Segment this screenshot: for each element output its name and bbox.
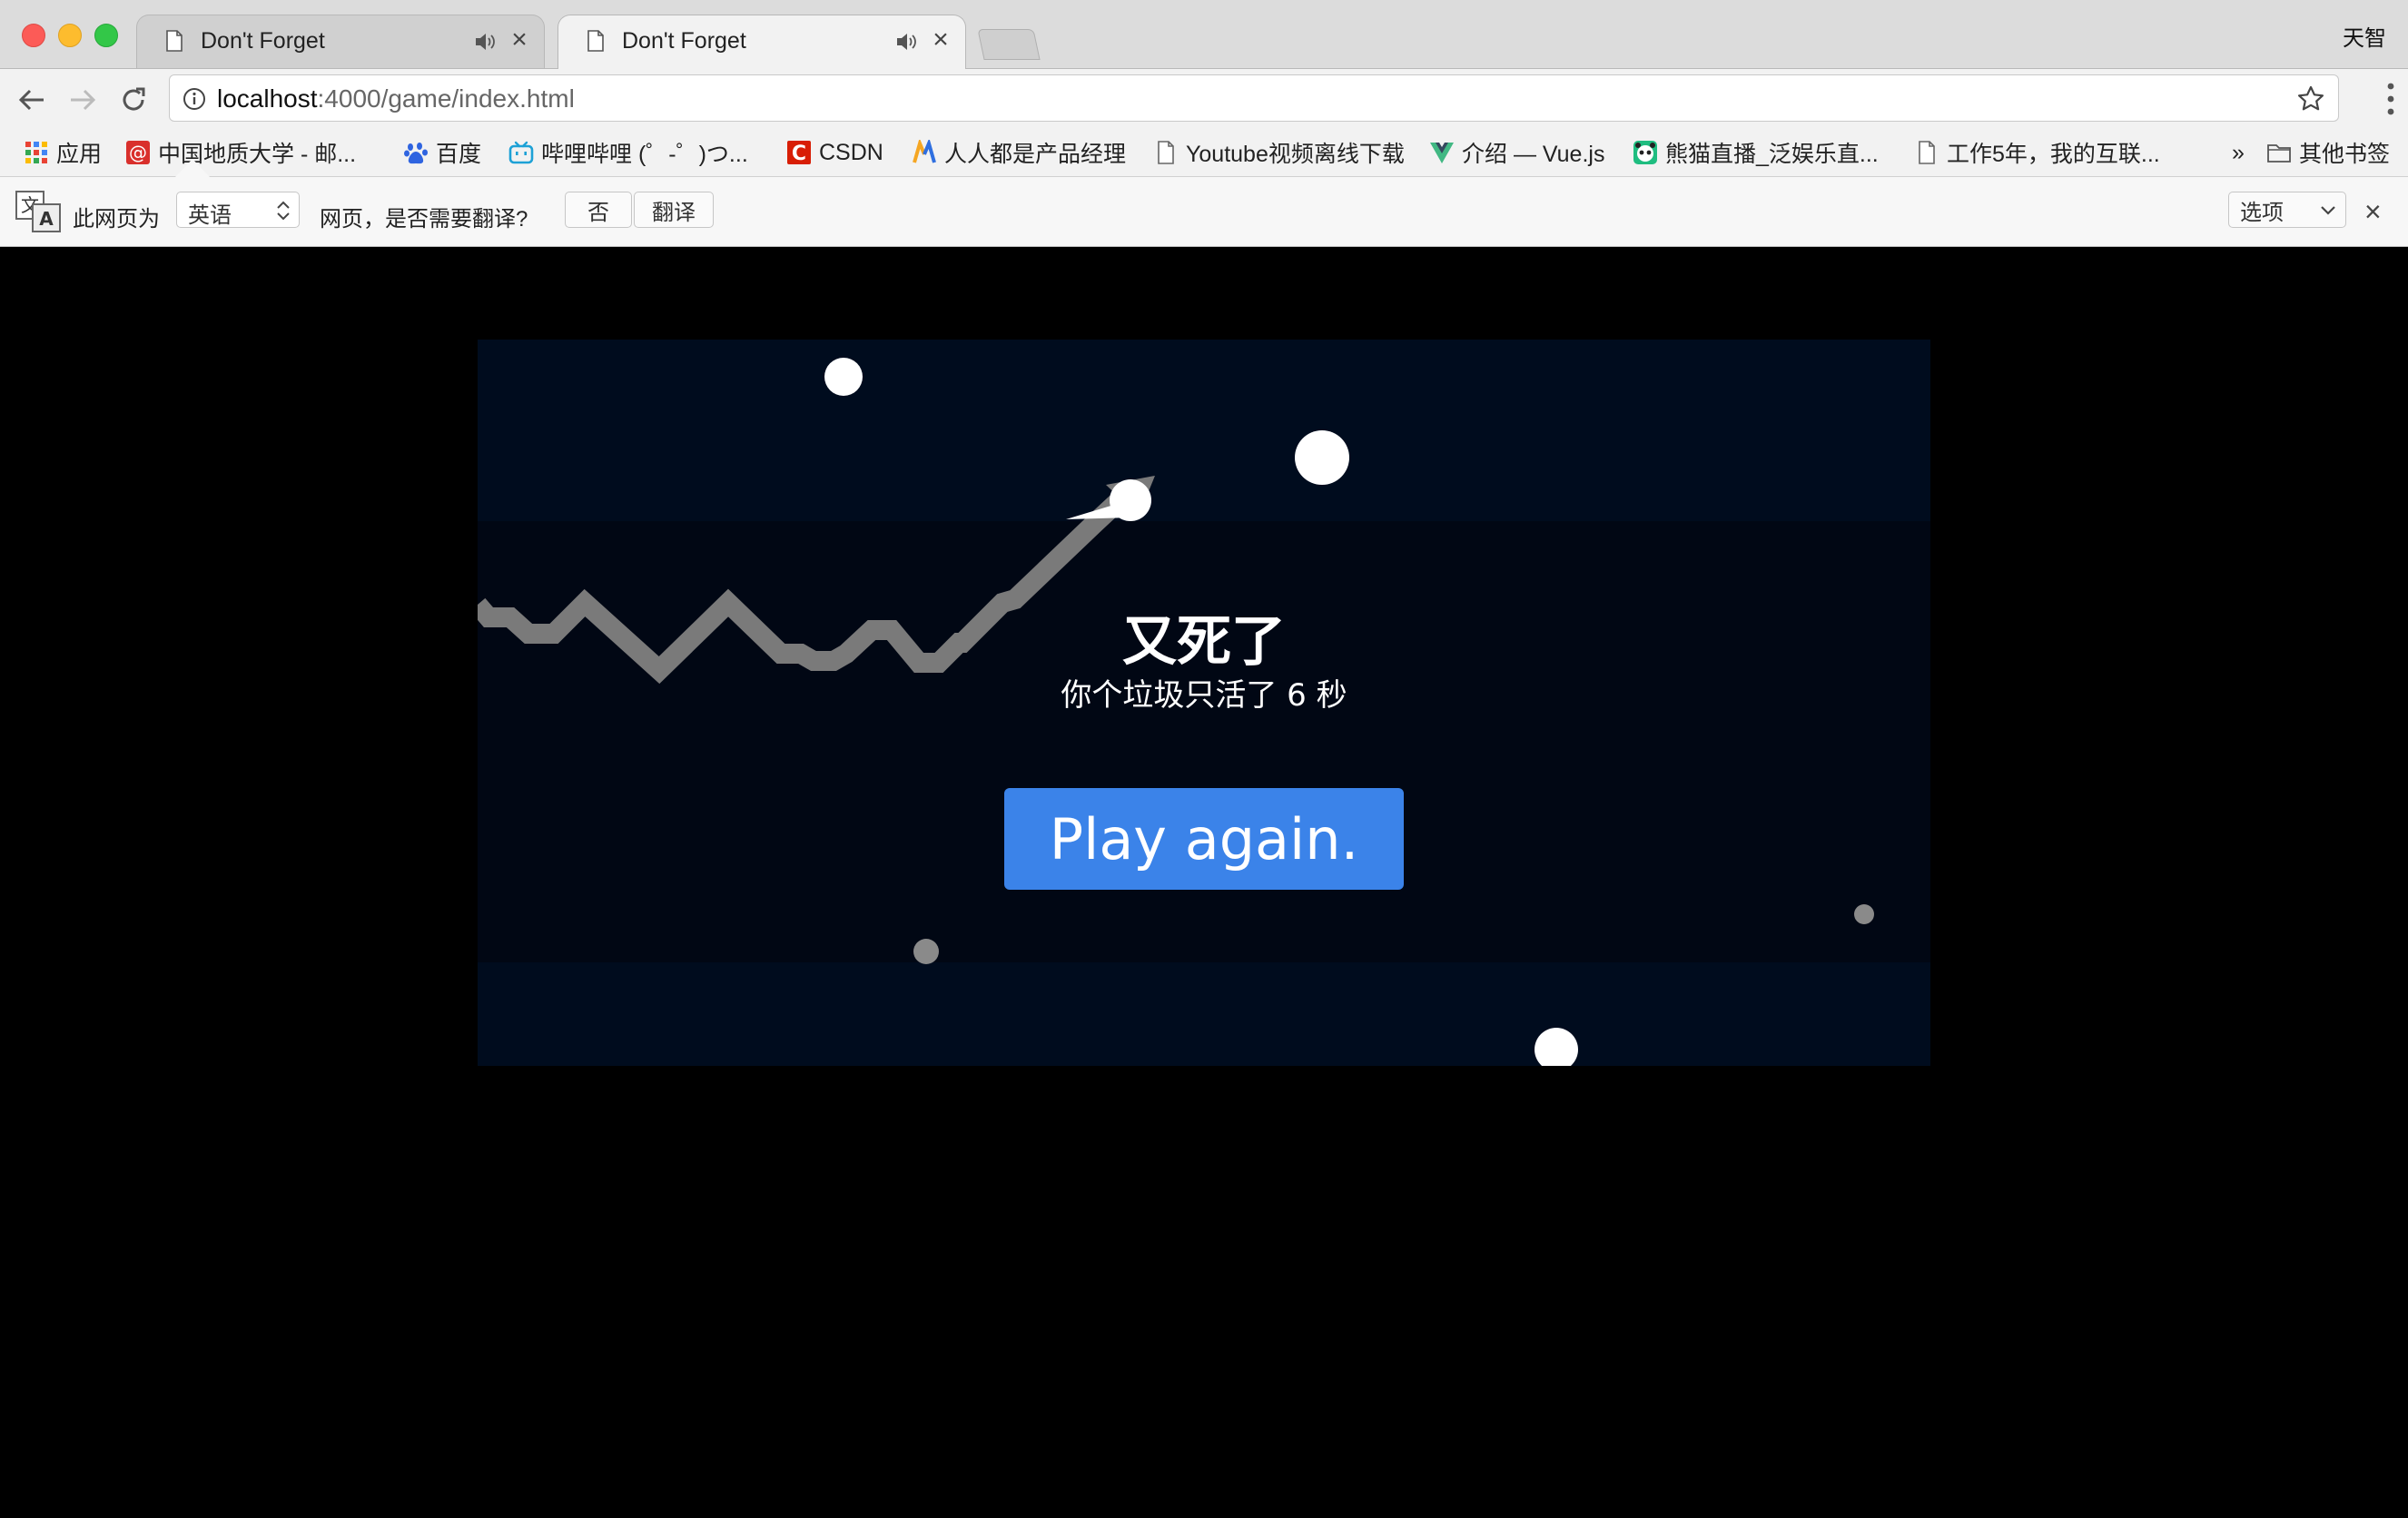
reload-icon[interactable] [118, 84, 149, 115]
vue-icon [1430, 143, 1454, 163]
page-icon [587, 30, 604, 52]
audio-playing-icon[interactable] [473, 30, 497, 54]
page-icon [1158, 141, 1174, 164]
new-tab-button[interactable] [977, 29, 1041, 60]
bookmark-star-icon[interactable] [2296, 84, 2325, 113]
bookmark-baidu[interactable]: 百度 [403, 136, 481, 169]
audio-playing-icon[interactable] [894, 30, 918, 54]
bookmark-vue[interactable]: 介绍 — Vue.js [1429, 136, 1604, 169]
bookmark-label: Youtube视频离线下载 [1186, 142, 1405, 167]
panda-icon [1633, 141, 1657, 164]
url-text[interactable]: localhost:4000/game/index.html [217, 84, 575, 113]
enemy-dot-gray [1854, 904, 1874, 924]
bookmark-panda-tv[interactable]: 熊猫直播_泛娱乐直... [1633, 136, 1879, 169]
player-dot [1110, 479, 1151, 521]
svg-text:@: @ [129, 142, 147, 163]
enemy-dot [824, 358, 863, 396]
game-canvas[interactable]: 又死了 你个垃圾只活了 6 秒 Play again. [478, 340, 1930, 1066]
site-info-icon[interactable] [183, 87, 206, 111]
bookmark-cug-mail[interactable]: @ 中国地质大学 - 邮... [125, 136, 356, 169]
url-path: :4000/game/index.html [317, 84, 575, 113]
select-updown-icon [277, 201, 290, 221]
translate-options-select[interactable]: 选项 [2228, 192, 2346, 228]
folder-icon [2267, 144, 2291, 163]
bookmark-label: 人人都是产品经理 [944, 142, 1127, 167]
bookmark-label: CSDN [819, 139, 883, 165]
translate-icon: 文 A [15, 191, 61, 232]
translate-prefix-text: 此网页为 [73, 207, 160, 232]
apps-grid-icon [25, 142, 47, 163]
no-translate-button[interactable]: 否 [565, 192, 632, 228]
bookmark-label: 其他书签 [2299, 142, 2391, 167]
bookmarks-overflow-button[interactable]: » [2232, 136, 2245, 169]
tab-title: Don't Forget [622, 28, 746, 54]
enemy-dot-gray [913, 939, 939, 964]
tab-title: Don't Forget [201, 28, 325, 54]
page-icon [166, 30, 183, 52]
bookmark-label: 应用 [56, 142, 103, 167]
browser-menu-icon[interactable] [2386, 82, 2395, 116]
profile-name[interactable]: 天智 [2343, 20, 2386, 52]
options-label: 选项 [2240, 200, 2284, 225]
bookmark-label: 哔哩哔哩 (゜-゜)つ... [541, 142, 748, 167]
page-icon [1919, 141, 1935, 164]
chevron-double-right-icon: » [2232, 139, 2245, 165]
forward-arrow-icon[interactable] [67, 84, 98, 115]
bookmarks-bar: 应用 @ 中国地质大学 - 邮... 百度 哔哩哔哩 (゜-゜)つ... C C… [0, 129, 2408, 177]
bilibili-icon [508, 141, 534, 164]
bookmark-other-folder[interactable]: 其他书签 [2266, 136, 2390, 169]
bookmark-csdn[interactable]: C CSDN [786, 136, 883, 169]
window-close-button[interactable] [22, 24, 45, 47]
browser-tab-1[interactable]: Don't Forget × [136, 15, 545, 68]
tab-close-icon[interactable]: × [506, 25, 533, 55]
bookmark-label: 介绍 — Vue.js [1462, 142, 1605, 167]
woshipm-icon [913, 140, 936, 163]
tab-close-icon[interactable]: × [927, 25, 954, 55]
window-maximize-button[interactable] [94, 24, 118, 47]
bookmark-label: 熊猫直播_泛娱乐直... [1665, 142, 1879, 167]
bookmark-bilibili[interactable]: 哔哩哔哩 (゜-゜)つ... [508, 136, 748, 169]
infobar-close-icon[interactable]: × [2364, 195, 2382, 229]
enemy-dot [1295, 430, 1349, 485]
csdn-icon: C [787, 141, 811, 165]
address-bar[interactable]: localhost:4000/game/index.html [169, 74, 2339, 122]
translate-infobar: 文 A 此网页为 英语 网页，是否需要翻译? 否 翻译 选项 × [0, 159, 2408, 247]
bookmark-label: 工作5年，我的互联... [1947, 142, 2160, 167]
source-language-select[interactable]: 英语 [176, 192, 300, 228]
tab-strip: Don't Forget × Don't Forget × 天智 [0, 0, 2408, 69]
play-again-button[interactable]: Play again. [1004, 788, 1404, 890]
browser-tab-2[interactable]: Don't Forget × [558, 15, 966, 69]
chevron-down-icon [2321, 206, 2335, 215]
bookmark-youtube-download[interactable]: Youtube视频离线下载 [1153, 136, 1405, 169]
game-over-title: 又死了 [1122, 610, 1286, 674]
translate-question-text: 网页，是否需要翻译? [320, 207, 528, 232]
game-over-subtitle: 你个垃圾只活了 6 秒 [1061, 677, 1347, 714]
mail-at-icon: @ [126, 141, 150, 164]
infobar-pointer [174, 159, 211, 178]
baidu-paw-icon [404, 143, 428, 164]
url-host: localhost [217, 84, 318, 113]
source-language-value: 英语 [188, 203, 232, 228]
back-arrow-icon[interactable] [16, 84, 47, 115]
svg-text:C: C [792, 143, 806, 165]
browser-toolbar: localhost:4000/game/index.html [0, 69, 2408, 129]
bookmark-woshipm[interactable]: 人人都是产品经理 [912, 136, 1126, 169]
bookmark-apps[interactable]: 应用 [24, 136, 102, 169]
enemy-dot [1535, 1028, 1578, 1066]
bookmark-label: 百度 [436, 142, 482, 167]
svg-text:A: A [39, 208, 54, 230]
bookmark-article[interactable]: 工作5年，我的互联... [1914, 136, 2160, 169]
window-minimize-button[interactable] [58, 24, 82, 47]
translate-button[interactable]: 翻译 [634, 192, 714, 228]
